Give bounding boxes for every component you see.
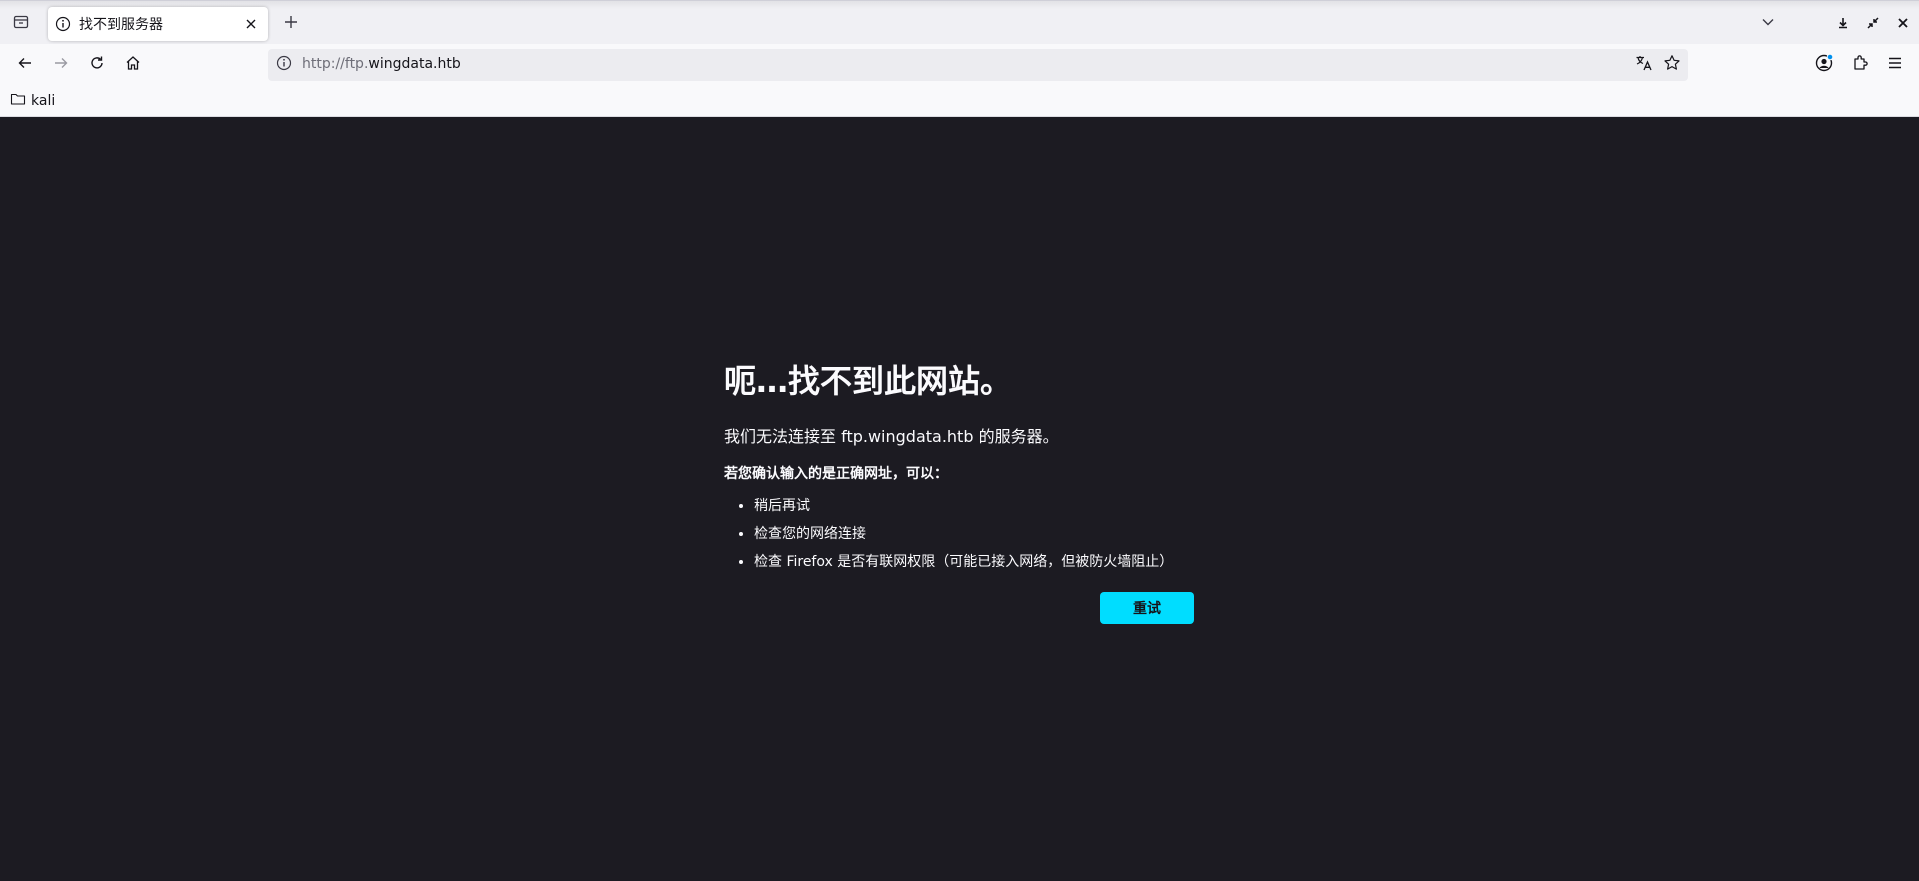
minimize-button[interactable] xyxy=(1831,11,1855,35)
page-content: 呃…找不到此网站。 我们无法连接至 ftp.wingdata.htb 的服务器。… xyxy=(0,117,1919,881)
extensions-button[interactable] xyxy=(1845,50,1875,80)
translate-button[interactable] xyxy=(1632,53,1656,77)
download-icon xyxy=(1837,14,1849,33)
chevron-down-icon xyxy=(1761,14,1775,33)
back-arrow-icon xyxy=(17,55,33,75)
info-icon xyxy=(276,55,292,75)
restore-button[interactable] xyxy=(1861,11,1885,35)
url-domain: wingdata.htb xyxy=(368,56,461,72)
list-all-tabs-button[interactable] xyxy=(1756,11,1780,35)
bookmark-star-button[interactable] xyxy=(1660,53,1684,77)
star-icon xyxy=(1663,54,1681,76)
error-title: 呃…找不到此网站。 xyxy=(724,362,1013,400)
app-menu-button[interactable] xyxy=(1880,50,1910,80)
retry-button[interactable]: 重试 xyxy=(1100,592,1194,624)
plus-icon xyxy=(284,14,298,33)
suggestion-item: 稍后再试 xyxy=(754,492,1194,520)
back-button[interactable] xyxy=(10,50,40,80)
address-bar[interactable]: http://ftp.wingdata.htb xyxy=(268,49,1688,81)
error-container: 呃…找不到此网站。 我们无法连接至 ftp.wingdata.htb 的服务器。… xyxy=(724,360,1194,624)
close-icon xyxy=(245,15,257,34)
url-prefix: http://ftp. xyxy=(302,56,369,72)
home-button[interactable] xyxy=(118,50,148,80)
error-description: 我们无法连接至 ftp.wingdata.htb 的服务器。 xyxy=(724,427,1059,446)
folder-icon xyxy=(10,91,26,111)
info-icon xyxy=(55,16,71,32)
suggestion-list: 稍后再试 检查您的网络连接 检查 Firefox 是否有联网权限（可能已接入网络… xyxy=(724,492,1194,576)
tab-overview-button[interactable] xyxy=(9,12,33,36)
tab-title: 找不到服务器 xyxy=(79,17,163,33)
close-icon xyxy=(1897,14,1909,33)
translate-icon xyxy=(1635,54,1653,76)
browser-window: 找不到服务器 http://ftp.wingdata.htb kali 呃…找不… xyxy=(0,0,1919,881)
url-text[interactable]: http://ftp.wingdata.htb xyxy=(302,56,461,72)
reload-icon xyxy=(89,55,105,75)
navigation-toolbar: http://ftp.wingdata.htb xyxy=(0,44,1919,85)
forward-arrow-icon xyxy=(53,55,69,75)
tab-close-button[interactable] xyxy=(240,13,262,35)
extensions-icon xyxy=(1851,54,1869,76)
site-info-button[interactable] xyxy=(274,55,294,75)
account-button[interactable] xyxy=(1809,50,1839,80)
account-icon xyxy=(1814,53,1834,77)
bookmark-folder-kali[interactable]: kali xyxy=(10,90,55,111)
suggestion-item: 检查 Firefox 是否有联网权限（可能已接入网络，但被防火墙阻止） xyxy=(754,548,1194,576)
tab-active[interactable]: 找不到服务器 xyxy=(48,7,268,41)
tab-strip: 找不到服务器 xyxy=(0,0,1919,45)
forward-button[interactable] xyxy=(46,50,76,80)
error-hint: 若您确认输入的是正确网址，可以： xyxy=(724,466,948,482)
bookmark-label: kali xyxy=(31,92,56,109)
suggestion-item: 检查您的网络连接 xyxy=(754,520,1194,548)
restore-icon xyxy=(1867,14,1879,33)
tab-overview-icon xyxy=(13,14,29,34)
close-window-button[interactable] xyxy=(1891,11,1915,35)
home-icon xyxy=(125,55,141,75)
new-tab-button[interactable] xyxy=(279,11,303,35)
bookmarks-toolbar: kali xyxy=(0,85,1919,117)
button-row: 重试 xyxy=(724,592,1194,624)
reload-button[interactable] xyxy=(82,50,112,80)
hamburger-menu-icon xyxy=(1887,55,1903,75)
